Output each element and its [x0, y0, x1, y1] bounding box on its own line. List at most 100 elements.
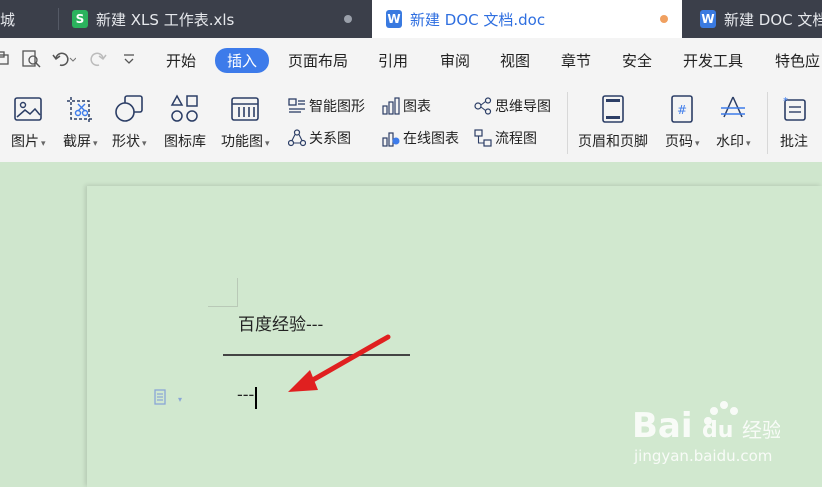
- chart-icon: [382, 97, 400, 115]
- header-footer-label: 页眉和页脚: [578, 134, 648, 150]
- tab-label: 新建 DOC 文档.doc: [410, 10, 546, 29]
- function-chart-button[interactable]: 功能图 ▾: [221, 94, 270, 151]
- tab-xls[interactable]: S 新建 XLS 工作表.xls: [66, 0, 366, 38]
- menu-insert[interactable]: 插入: [215, 48, 270, 73]
- page-number-label: 页码: [665, 134, 693, 150]
- menu-references[interactable]: 引用: [378, 50, 408, 71]
- paragraph-layout-button[interactable]: ▾: [154, 389, 182, 409]
- svg-text:Bai: Bai: [632, 406, 693, 446]
- document-icon: W: [700, 10, 716, 28]
- svg-text:jingyan.baidu.com: jingyan.baidu.com: [633, 447, 772, 465]
- menu-features[interactable]: 特色应: [775, 50, 820, 71]
- dropdown-caret-icon: ▾: [142, 139, 147, 149]
- screenshot-label: 截屏: [63, 134, 91, 150]
- icon-library-icon: [168, 94, 202, 124]
- quick-access-dropdown-icon[interactable]: [122, 50, 136, 72]
- menu-page-layout[interactable]: 页面布局: [288, 50, 348, 71]
- menu-view[interactable]: 视图: [500, 50, 530, 71]
- paragraph-layout-icon: [154, 389, 168, 409]
- smart-graphic-icon: [288, 97, 306, 115]
- tab-label: 城: [0, 10, 16, 29]
- shapes-icon: [112, 94, 146, 124]
- unsaved-dot-icon[interactable]: [660, 15, 668, 23]
- menu-bar: 开始 插入 页面布局 引用 审阅 视图 章节 安全 开发工具 特色应: [0, 38, 822, 84]
- svg-text:*: *: [783, 96, 788, 107]
- watermark-icon: [716, 94, 750, 124]
- print-preview-icon[interactable]: [22, 50, 42, 72]
- chart-label: 图表: [403, 99, 431, 115]
- icon-library-label: 图标库: [164, 134, 206, 150]
- smart-graphic-button[interactable]: 智能图形: [288, 96, 365, 116]
- relation-chart-button[interactable]: 关系图: [288, 128, 351, 148]
- dropdown-caret-icon: ▾: [695, 139, 700, 149]
- tab-label: 新建 XLS 工作表.xls: [96, 10, 235, 29]
- mindmap-label: 思维导图: [495, 99, 551, 115]
- shapes-button[interactable]: 形状 ▾: [112, 94, 147, 151]
- svg-text:#: #: [677, 103, 687, 117]
- flowchart-label: 流程图: [495, 131, 537, 147]
- online-chart-icon: [382, 129, 400, 147]
- baidu-jingyan-watermark-logo: Bai du 经验 jingyan.baidu.com: [632, 401, 780, 465]
- menu-start[interactable]: 开始: [166, 50, 196, 71]
- ribbon-separator: [567, 92, 568, 154]
- icon-library-button[interactable]: 图标库: [164, 94, 206, 151]
- online-chart-label: 在线图表: [403, 131, 459, 147]
- watermark-button[interactable]: 水印 ▾: [716, 94, 751, 151]
- redo-icon[interactable]: [90, 50, 108, 72]
- mindmap-icon: [474, 97, 492, 115]
- smart-graphic-label: 智能图形: [309, 99, 365, 115]
- header-footer-icon: [596, 94, 630, 124]
- relation-chart-icon: [288, 129, 306, 147]
- shapes-label: 形状: [112, 134, 140, 150]
- document-line-2[interactable]: ---: [237, 385, 254, 405]
- screenshot-icon: [63, 94, 97, 124]
- page-number-button[interactable]: # 页码 ▾: [665, 94, 700, 151]
- page-number-icon: #: [665, 94, 699, 124]
- tab-label: 新建 DOC 文档: [724, 10, 822, 29]
- header-footer-button[interactable]: 页眉和页脚: [578, 94, 648, 151]
- annotation-arrow-icon: [288, 334, 391, 392]
- comment-label: 批注: [780, 134, 808, 150]
- function-chart-icon: [228, 94, 262, 124]
- menu-developer-tools[interactable]: 开发工具: [683, 50, 743, 71]
- watermark-label: 水印: [716, 134, 744, 150]
- tab-doc-2[interactable]: W 新建 DOC 文档: [692, 0, 822, 38]
- print-icon[interactable]: [0, 50, 10, 72]
- function-chart-label: 功能图: [221, 134, 263, 150]
- screenshot-button[interactable]: 截屏 ▾: [63, 94, 98, 151]
- margin-corner-mark: [208, 306, 238, 307]
- picture-label: 图片: [11, 134, 39, 150]
- spreadsheet-icon: S: [72, 10, 88, 28]
- ribbon-toolbar: 图片 ▾ 截屏 ▾ 形状 ▾ 图标库 功能图 ▾ 智能图形 关系图 图表 在线图…: [0, 84, 822, 163]
- margin-corner-mark: [237, 278, 238, 307]
- document-icon: W: [386, 10, 402, 28]
- picture-icon: [11, 94, 45, 124]
- ribbon-separator: [767, 92, 768, 154]
- close-dot-icon[interactable]: [344, 15, 352, 23]
- comment-icon: *: [777, 94, 811, 124]
- menu-security[interactable]: 安全: [622, 50, 652, 71]
- mindmap-button[interactable]: 思维导图: [474, 96, 551, 116]
- online-chart-button[interactable]: 在线图表: [382, 128, 459, 148]
- text-cursor: [255, 387, 257, 409]
- undo-icon[interactable]: [52, 50, 77, 72]
- dropdown-caret-icon: ▾: [178, 394, 183, 404]
- flowchart-button[interactable]: 流程图: [474, 128, 537, 148]
- svg-text:经验: 经验: [742, 418, 780, 442]
- dropdown-caret-icon: ▾: [41, 139, 46, 149]
- tab-doc-active[interactable]: W 新建 DOC 文档.doc: [372, 0, 682, 38]
- svg-text:du: du: [702, 418, 733, 443]
- dropdown-caret-icon: ▾: [746, 139, 751, 149]
- tab-separator: [58, 8, 59, 30]
- chart-button[interactable]: 图表: [382, 96, 431, 116]
- menu-chapter[interactable]: 章节: [561, 50, 591, 71]
- dropdown-caret-icon: ▾: [93, 139, 98, 149]
- comment-button[interactable]: * 批注: [777, 94, 811, 151]
- picture-button[interactable]: 图片 ▾: [11, 94, 46, 151]
- tab-partial[interactable]: 城: [0, 0, 58, 38]
- tab-bar: 城 S 新建 XLS 工作表.xls W 新建 DOC 文档.doc W 新建 …: [0, 0, 822, 38]
- dropdown-caret-icon: ▾: [265, 139, 270, 149]
- relation-chart-label: 关系图: [309, 131, 351, 147]
- menu-review[interactable]: 审阅: [440, 50, 470, 71]
- flowchart-icon: [474, 129, 492, 147]
